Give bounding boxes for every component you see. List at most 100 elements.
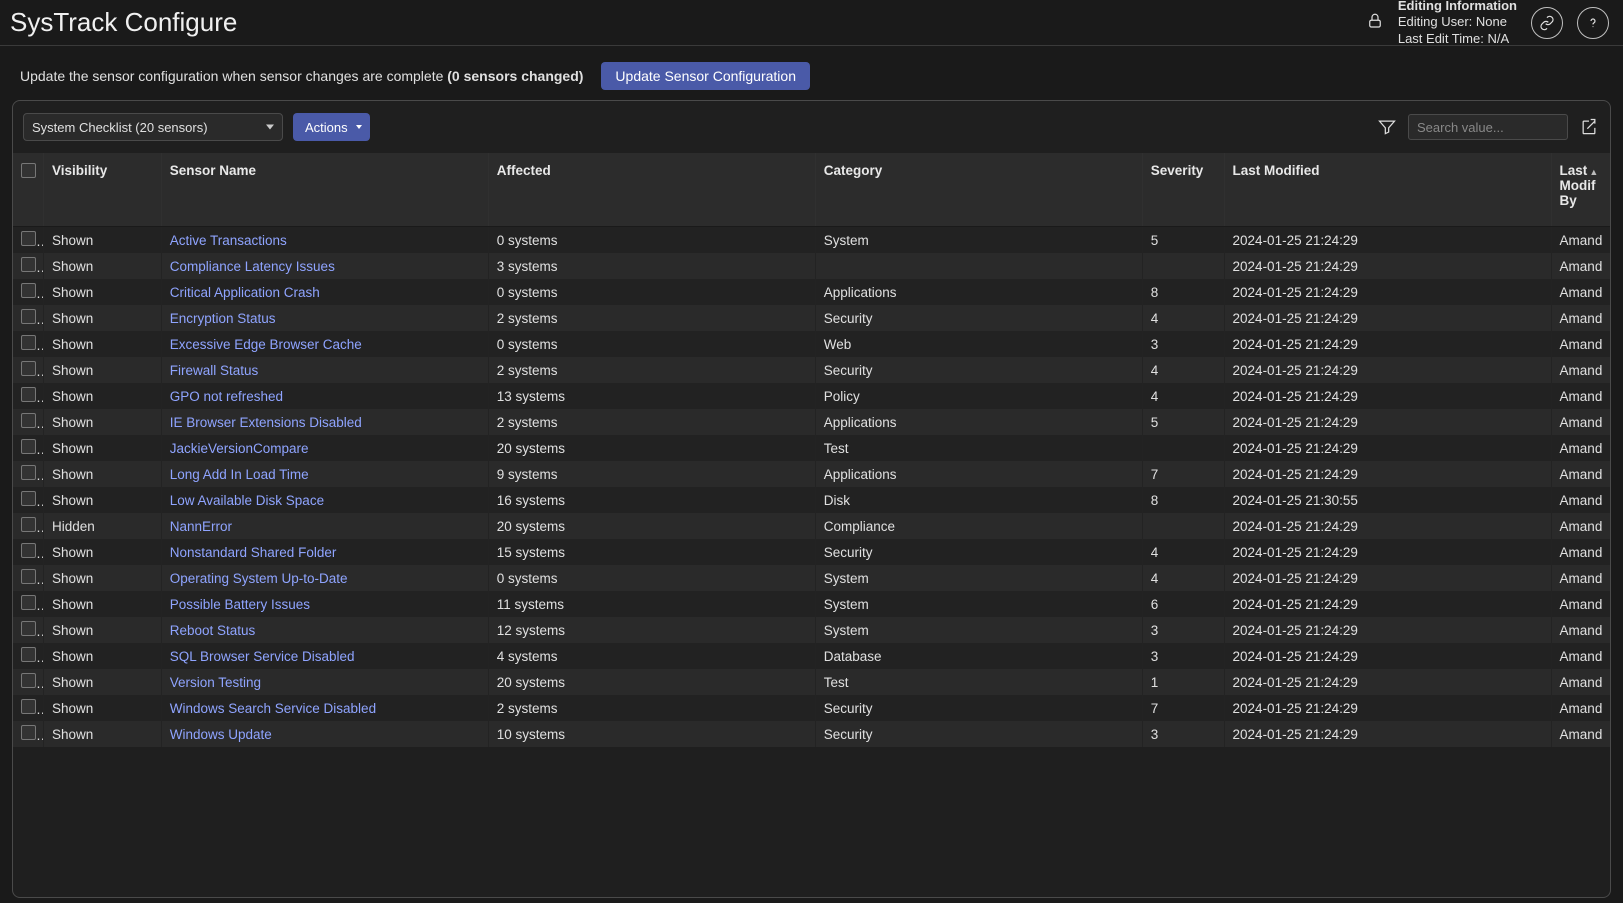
table-row[interactable]: ShownOperating System Up-to-Date0 system… bbox=[13, 565, 1610, 591]
search-input[interactable] bbox=[1408, 114, 1568, 140]
table-row[interactable]: ShownJackieVersionCompare20 systemsTest2… bbox=[13, 435, 1610, 461]
table-row[interactable]: ShownLong Add In Load Time9 systemsAppli… bbox=[13, 461, 1610, 487]
table-row[interactable]: ShownLow Available Disk Space16 systemsD… bbox=[13, 487, 1610, 513]
row-checkbox[interactable] bbox=[21, 725, 36, 740]
link-button[interactable] bbox=[1531, 7, 1563, 39]
row-checkbox[interactable] bbox=[21, 231, 36, 246]
actions-button[interactable]: Actions bbox=[293, 113, 370, 141]
sensor-group-select[interactable]: System Checklist (20 sensors) bbox=[23, 113, 283, 141]
sensor-link[interactable]: Nonstandard Shared Folder bbox=[170, 545, 337, 560]
table-row[interactable]: HiddenNannError20 systemsCompliance2024-… bbox=[13, 513, 1610, 539]
sensor-link[interactable]: Possible Battery Issues bbox=[170, 597, 310, 612]
row-checkbox[interactable] bbox=[21, 413, 36, 428]
table-row[interactable]: ShownWindows Update10 systemsSecurity320… bbox=[13, 721, 1610, 747]
table-row[interactable]: ShownExcessive Edge Browser Cache0 syste… bbox=[13, 331, 1610, 357]
export-icon[interactable] bbox=[1578, 116, 1600, 138]
sensor-link[interactable]: Low Available Disk Space bbox=[170, 493, 324, 508]
header-sensor-name[interactable]: Sensor Name bbox=[161, 153, 488, 227]
table-row[interactable]: ShownCompliance Latency Issues3 systems2… bbox=[13, 253, 1610, 279]
row-checkbox[interactable] bbox=[21, 335, 36, 350]
cell-visibility: Shown bbox=[44, 253, 162, 279]
sensor-group-select-label: System Checklist (20 sensors) bbox=[32, 120, 208, 135]
table-row[interactable]: ShownActive Transactions0 systemsSystem5… bbox=[13, 227, 1610, 254]
lock-icon bbox=[1366, 12, 1384, 33]
cell-severity: 3 bbox=[1142, 721, 1224, 747]
table-row[interactable]: ShownSQL Browser Service Disabled4 syste… bbox=[13, 643, 1610, 669]
sensor-link[interactable]: Reboot Status bbox=[170, 623, 256, 638]
cell-severity: 7 bbox=[1142, 695, 1224, 721]
cell-last-modified-by: Amand bbox=[1551, 409, 1610, 435]
cell-severity: 4 bbox=[1142, 305, 1224, 331]
cell-category: Security bbox=[815, 721, 1142, 747]
header-checkbox[interactable] bbox=[13, 153, 44, 227]
cell-category: Security bbox=[815, 305, 1142, 331]
sensor-link[interactable]: Encryption Status bbox=[170, 311, 276, 326]
sensor-link[interactable]: IE Browser Extensions Disabled bbox=[170, 415, 362, 430]
cell-sensor-name: Critical Application Crash bbox=[161, 279, 488, 305]
update-sensor-config-button[interactable]: Update Sensor Configuration bbox=[601, 62, 810, 90]
table-row[interactable]: ShownGPO not refreshed13 systemsPolicy42… bbox=[13, 383, 1610, 409]
help-button[interactable] bbox=[1577, 7, 1609, 39]
sensor-link[interactable]: Windows Search Service Disabled bbox=[170, 701, 376, 716]
row-checkbox[interactable] bbox=[21, 569, 36, 584]
row-checkbox[interactable] bbox=[21, 699, 36, 714]
header-affected[interactable]: Affected bbox=[488, 153, 815, 227]
table-row[interactable]: ShownPossible Battery Issues11 systemsSy… bbox=[13, 591, 1610, 617]
row-checkbox[interactable] bbox=[21, 257, 36, 272]
sensor-link[interactable]: NannError bbox=[170, 519, 232, 534]
table-row[interactable]: ShownWindows Search Service Disabled2 sy… bbox=[13, 695, 1610, 721]
cell-category: Applications bbox=[815, 279, 1142, 305]
row-checkbox[interactable] bbox=[21, 361, 36, 376]
row-checkbox[interactable] bbox=[21, 595, 36, 610]
sensor-link[interactable]: Firewall Status bbox=[170, 363, 259, 378]
row-checkbox[interactable] bbox=[21, 439, 36, 454]
header-severity[interactable]: Severity bbox=[1142, 153, 1224, 227]
sensor-link[interactable]: Operating System Up-to-Date bbox=[170, 571, 348, 586]
cell-visibility: Shown bbox=[44, 331, 162, 357]
row-checkbox[interactable] bbox=[21, 387, 36, 402]
sensor-link[interactable]: SQL Browser Service Disabled bbox=[170, 649, 355, 664]
sensor-link[interactable]: Windows Update bbox=[170, 727, 272, 742]
table-row[interactable]: ShownVersion Testing20 systemsTest12024-… bbox=[13, 669, 1610, 695]
row-checkbox[interactable] bbox=[21, 543, 36, 558]
table-row[interactable]: ShownCritical Application Crash0 systems… bbox=[13, 279, 1610, 305]
sensor-link[interactable]: JackieVersionCompare bbox=[170, 441, 309, 456]
header-visibility[interactable]: Visibility bbox=[44, 153, 162, 227]
cell-last-modified-by: Amand bbox=[1551, 253, 1610, 279]
header-category[interactable]: Category bbox=[815, 153, 1142, 227]
sensor-link[interactable]: Long Add In Load Time bbox=[170, 467, 309, 482]
table-row[interactable]: ShownEncryption Status2 systemsSecurity4… bbox=[13, 305, 1610, 331]
header-last-modified[interactable]: Last Modified bbox=[1224, 153, 1551, 227]
cell-affected: 0 systems bbox=[488, 279, 815, 305]
cell-last-modified-by: Amand bbox=[1551, 539, 1610, 565]
filter-icon[interactable] bbox=[1376, 116, 1398, 138]
sensor-link[interactable]: Critical Application Crash bbox=[170, 285, 320, 300]
table-row[interactable]: ShownNonstandard Shared Folder15 systems… bbox=[13, 539, 1610, 565]
row-checkbox[interactable] bbox=[21, 647, 36, 662]
row-checkbox[interactable] bbox=[21, 621, 36, 636]
cell-visibility: Shown bbox=[44, 227, 162, 254]
editing-user-label: Editing User: bbox=[1398, 14, 1472, 29]
row-checkbox[interactable] bbox=[21, 673, 36, 688]
cell-visibility: Shown bbox=[44, 487, 162, 513]
header-last-modified-by[interactable]: Last▲ModifBy bbox=[1551, 153, 1610, 227]
sensor-link[interactable]: GPO not refreshed bbox=[170, 389, 283, 404]
cell-last-modified-by: Amand bbox=[1551, 357, 1610, 383]
row-checkbox[interactable] bbox=[21, 309, 36, 324]
cell-sensor-name: GPO not refreshed bbox=[161, 383, 488, 409]
row-checkbox[interactable] bbox=[21, 517, 36, 532]
row-checkbox[interactable] bbox=[21, 283, 36, 298]
row-checkbox[interactable] bbox=[21, 491, 36, 506]
cell-category: Web bbox=[815, 331, 1142, 357]
sensor-link[interactable]: Compliance Latency Issues bbox=[170, 259, 335, 274]
row-checkbox[interactable] bbox=[21, 465, 36, 480]
cell-severity: 4 bbox=[1142, 383, 1224, 409]
table-row[interactable]: ShownFirewall Status2 systemsSecurity420… bbox=[13, 357, 1610, 383]
select-all-checkbox[interactable] bbox=[21, 163, 36, 178]
cell-visibility: Shown bbox=[44, 669, 162, 695]
table-row[interactable]: ShownReboot Status12 systemsSystem32024-… bbox=[13, 617, 1610, 643]
table-row[interactable]: ShownIE Browser Extensions Disabled2 sys… bbox=[13, 409, 1610, 435]
sensor-link[interactable]: Active Transactions bbox=[170, 233, 287, 248]
sensor-link[interactable]: Excessive Edge Browser Cache bbox=[170, 337, 362, 352]
sensor-link[interactable]: Version Testing bbox=[170, 675, 261, 690]
